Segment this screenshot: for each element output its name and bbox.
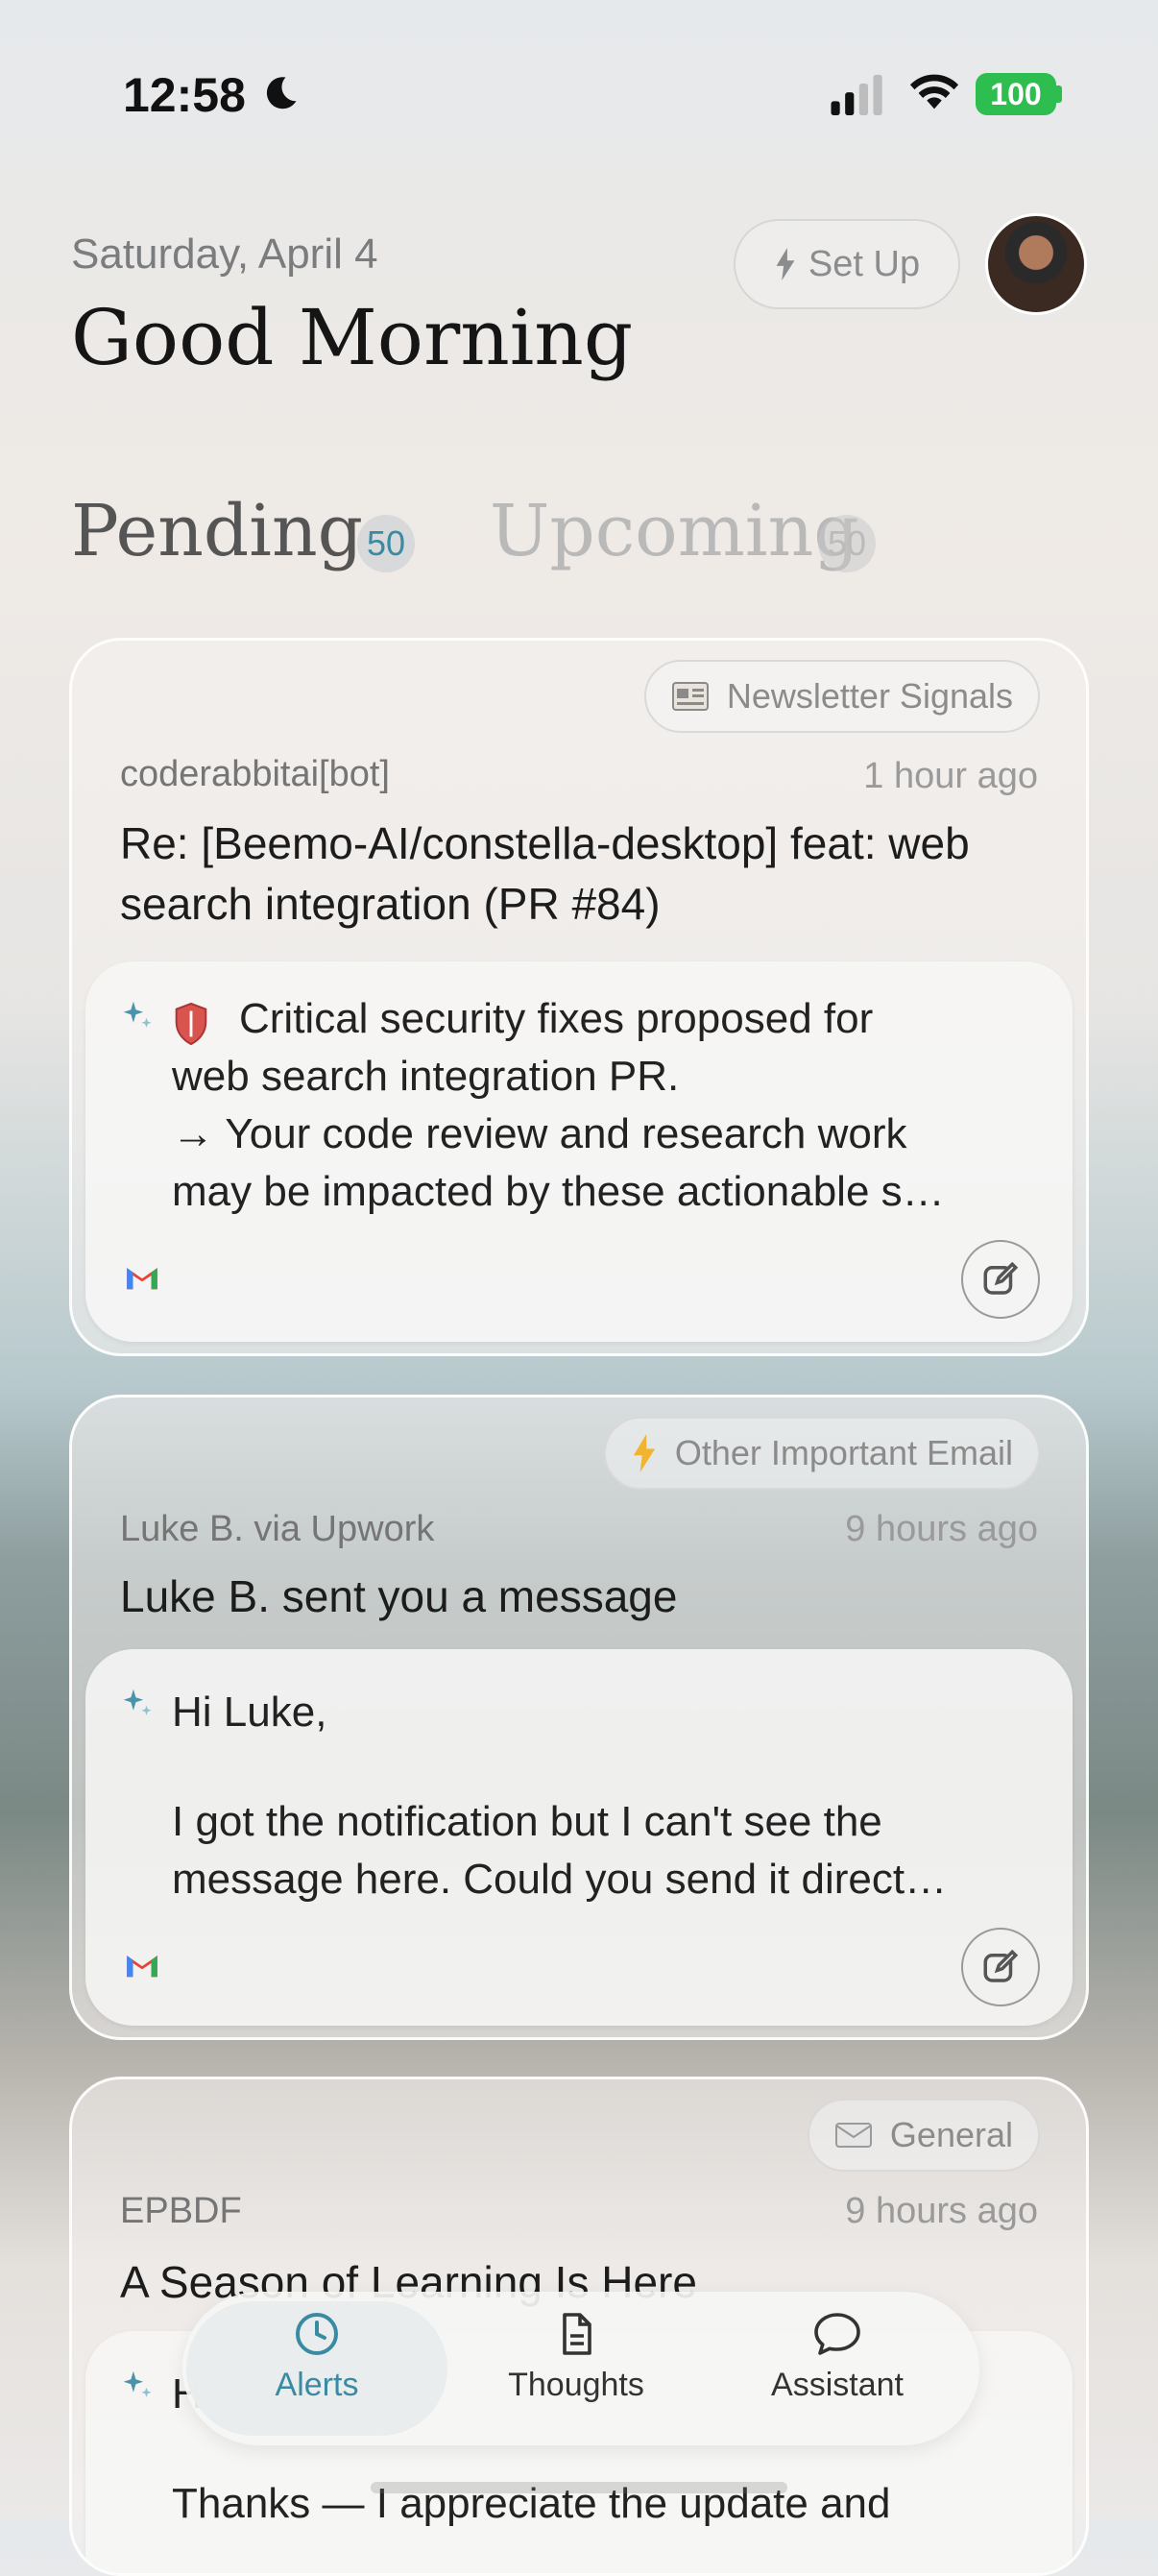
lightning-icon [776,248,795,280]
lightning-icon [633,1434,655,1472]
tab-pending[interactable]: Pending [71,490,363,572]
sender-name: EPBDF [120,2191,242,2231]
battery-tip [1056,85,1062,103]
nav-thoughts[interactable]: Thoughts [461,2311,691,2426]
reply-button[interactable] [961,1928,1040,2006]
battery-indicator: 100 [976,73,1056,115]
summary-line: Critical security fixes proposed for [239,995,874,1042]
received-time: 1 hour ago [863,756,1038,796]
email-subject: Luke B. sent you a message [120,1571,678,1621]
gmail-icon [127,1956,157,1978]
upcoming-count-badge: 50 [818,515,876,572]
nav-thoughts-label: Thoughts [508,2367,644,2403]
summary-line: I got the notification but I can't see t… [172,1798,882,1845]
newspaper-icon [671,682,709,711]
email-card[interactable]: Newsletter Signals coderabbitai[bot] 1 h… [69,638,1089,1356]
category-tag-label: Other Important Email [674,1433,1013,1472]
clock-icon [296,2313,338,2355]
wifi-icon [909,74,959,109]
bottom-nav: Alerts Thoughts Assistant [182,2292,979,2445]
category-tag[interactable]: Newsletter Signals [643,660,1040,733]
sparkle-icon [123,1689,152,1715]
setup-button[interactable]: Set Up [734,219,960,309]
gmail-icon [127,1268,157,1290]
status-time: 12:58 [123,68,246,122]
summary-line: → Your code review and research work [172,1110,907,1157]
home-indicator [371,2482,787,2493]
nav-assistant-label: Assistant [771,2367,904,2403]
email-card[interactable]: Other Important Email Luke B. via Upwork… [69,1395,1089,2040]
category-tag[interactable]: General [807,2099,1040,2172]
document-icon [563,2313,591,2355]
email-subject: Re: [Beemo-AI/constella-desktop] feat: w… [120,818,970,929]
envelope-icon [834,2123,872,2148]
received-time: 9 hours ago [845,1509,1038,1549]
moon-icon [266,77,297,109]
ai-summary[interactable]: Hi Luke, I got the notification but I ca… [85,1649,1073,2026]
nav-alerts[interactable]: Alerts [202,2311,432,2426]
sparkle-icon [123,1001,152,1028]
tab-upcoming[interactable]: Upcoming [490,490,859,572]
summary-line: Hi Luke, [172,1689,327,1736]
ai-summary[interactable]: Critical security fixes proposed for web… [85,961,1073,1342]
nav-assistant[interactable]: Assistant [722,2311,953,2426]
category-tag-label: Newsletter Signals [726,676,1013,716]
nav-alerts-label: Alerts [275,2367,359,2403]
setup-label: Set Up [808,243,921,284]
sparkle-icon [123,2370,152,2397]
summary-line: message here. Could you send it direct… [172,1856,948,1903]
edit-icon [983,1261,1019,1295]
received-time: 9 hours ago [845,2191,1038,2231]
date-label: Saturday, April 4 [71,231,378,278]
avatar[interactable] [985,213,1087,315]
cellular-signal-icon [831,74,882,115]
reply-button[interactable] [961,1240,1040,1319]
category-tag-label: General [889,2115,1013,2154]
summary-line: may be impacted by these actionable s… [172,1168,945,1215]
sender-name: coderabbitai[bot] [120,754,390,794]
greeting-title: Good Morning [71,293,634,382]
pending-count-badge: 50 [357,515,415,572]
category-tag[interactable]: Other Important Email [603,1417,1040,1490]
chat-bubble-icon [814,2313,860,2355]
edit-icon [983,1949,1019,1982]
summary-line: web search integration PR. [172,1053,680,1100]
sender-name: Luke B. via Upwork [120,1509,435,1549]
